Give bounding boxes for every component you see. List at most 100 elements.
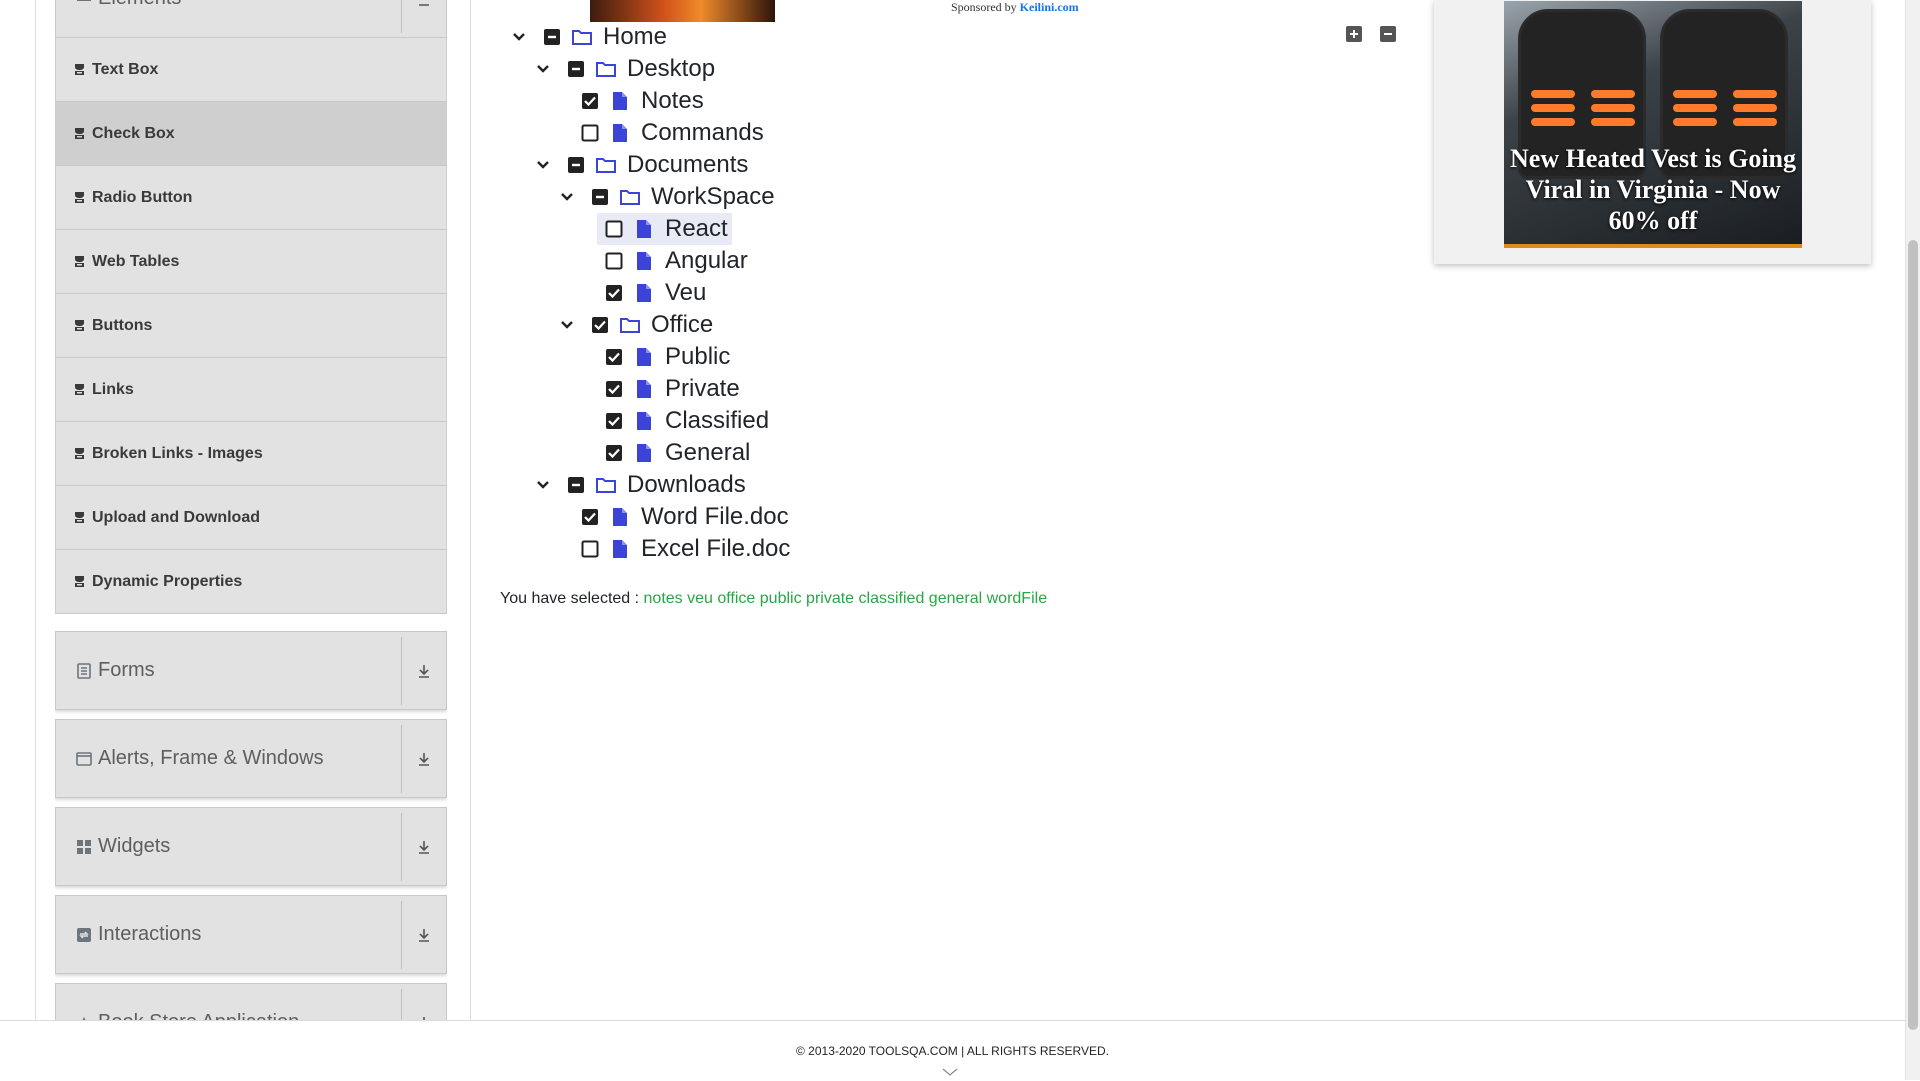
checkbox-checked[interactable] <box>581 92 599 110</box>
tree-node-label[interactable]: Private <box>665 375 740 403</box>
menu-item-dynamic-properties[interactable]: Dynamic Properties <box>55 550 447 614</box>
group-header-elements[interactable]: Elements <box>55 0 447 38</box>
group-header-alerts[interactable]: Alerts, Frame & Windows <box>55 719 447 798</box>
download-arrow-icon[interactable] <box>402 807 446 886</box>
checkbox-checked[interactable] <box>605 380 623 398</box>
file-icon <box>633 282 655 304</box>
checkbox-partial[interactable] <box>591 188 609 206</box>
tree-node-commands: Commands <box>581 117 764 149</box>
checkbox-checked[interactable] <box>605 444 623 462</box>
checkbox-checked[interactable] <box>605 284 623 302</box>
checkbox-unchecked[interactable] <box>581 124 599 142</box>
folder-icon <box>595 474 617 496</box>
vertical-scrollbar[interactable] <box>1905 0 1920 1080</box>
download-arrow-icon[interactable] <box>402 719 446 798</box>
tree-node-label[interactable]: General <box>665 439 750 467</box>
menu-item-label: Links <box>92 380 134 398</box>
ad-headline: New Heated Vest is Going Viral in Virgin… <box>1510 144 1796 235</box>
group-header-book-store[interactable]: Book Store Application <box>55 983 447 1020</box>
sponsor-link[interactable]: Keilini.com <box>1020 0 1079 14</box>
file-icon <box>633 378 655 400</box>
tree-node-label[interactable]: Veu <box>665 279 706 307</box>
tree-node-label[interactable]: Classified <box>665 407 769 435</box>
checkbox-partial[interactable] <box>567 60 585 78</box>
chevron-down-icon[interactable] <box>533 59 553 79</box>
checkbox-unchecked[interactable] <box>605 220 623 238</box>
tree-node-label[interactable]: Public <box>665 343 730 371</box>
tree-node-label[interactable]: Excel File.doc <box>641 535 790 563</box>
checkbox-checked[interactable] <box>605 348 623 366</box>
tree-node-label[interactable]: WorkSpace <box>651 183 775 211</box>
chevron-down-icon[interactable] <box>942 1063 958 1081</box>
selected-item: veu <box>687 590 713 607</box>
group-header-widgets[interactable]: Widgets <box>55 807 447 886</box>
checkbox-unchecked[interactable] <box>605 252 623 270</box>
folder-icon <box>619 186 641 208</box>
group-header-interactions[interactable]: Interactions <box>55 895 447 974</box>
menu-item-web-tables[interactable]: Web Tables <box>55 230 447 294</box>
menu-item-icon <box>72 383 86 397</box>
sponsored-line: Sponsored by Keilini.com <box>951 0 1079 15</box>
checkbox-unchecked[interactable] <box>581 540 599 558</box>
menu-item-links[interactable]: Links <box>55 358 447 422</box>
file-icon <box>633 410 655 432</box>
heated-vest-ad[interactable]: New Heated Vest is Going Viral in Virgin… <box>1504 1 1802 248</box>
tree-node-label[interactable]: Office <box>651 311 713 339</box>
tree-node-excel-file: Excel File.doc <box>581 533 790 565</box>
interactions-icon <box>72 923 96 947</box>
download-arrow-icon[interactable] <box>402 895 446 974</box>
menu-item-check-box[interactable]: Check Box <box>55 102 447 166</box>
folder-icon <box>595 58 617 80</box>
download-arrow-icon[interactable] <box>402 983 446 1020</box>
chevron-down-icon[interactable] <box>533 475 553 495</box>
file-icon <box>633 442 655 464</box>
chevron-down-icon[interactable] <box>533 155 553 175</box>
menu-item-label: Broken Links - Images <box>92 444 263 462</box>
tree-node-label[interactable]: Word File.doc <box>641 503 789 531</box>
checkbox-partial[interactable] <box>567 476 585 494</box>
menu-item-icon <box>72 63 86 77</box>
menu-item-radio-button[interactable]: Radio Button <box>55 166 447 230</box>
tree-node-label[interactable]: Documents <box>627 151 748 179</box>
selected-item: office <box>717 590 756 607</box>
menu-item-text-box[interactable]: Text Box <box>55 38 447 102</box>
expand-all-button[interactable] <box>1345 25 1363 43</box>
menu-item-broken-links[interactable]: Broken Links - Images <box>55 422 447 486</box>
menu-item-icon <box>72 575 86 589</box>
checkbox-partial[interactable] <box>543 28 561 46</box>
group-header-forms[interactable]: Forms <box>55 631 447 710</box>
checkbox-checked[interactable] <box>591 316 609 334</box>
tree-node-private: Private <box>605 373 740 405</box>
menu-item-label: Text Box <box>92 60 159 78</box>
menu-item-buttons[interactable]: Buttons <box>55 294 447 358</box>
tree-node-public: Public <box>605 341 730 373</box>
tree-node-label[interactable]: Notes <box>641 87 704 115</box>
chevron-down-icon[interactable] <box>557 187 577 207</box>
tree-node-label[interactable]: Desktop <box>627 55 715 83</box>
scrollbar-thumb[interactable] <box>1908 240 1918 1030</box>
checkbox-checked[interactable] <box>581 508 599 526</box>
checkbox-checked[interactable] <box>605 412 623 430</box>
group-title-interactions: Interactions <box>98 923 202 945</box>
download-arrow-icon[interactable] <box>402 631 446 710</box>
chevron-down-icon[interactable] <box>557 315 577 335</box>
tree-node-label[interactable]: Downloads <box>627 471 746 499</box>
checkbox-partial[interactable] <box>567 156 585 174</box>
tree-node-label[interactable]: Commands <box>641 119 764 147</box>
group-toggle-elements[interactable] <box>402 0 446 38</box>
right-ad-panel: New Heated Vest is Going Viral in Virgin… <box>1434 0 1871 264</box>
collapse-all-button[interactable] <box>1379 25 1397 43</box>
menu-item-upload-download[interactable]: Upload and Download <box>55 486 447 550</box>
tree-node-office: Office <box>557 309 713 341</box>
menu-item-label: Upload and Download <box>92 508 260 526</box>
form-icon <box>72 659 96 683</box>
tree-node-label[interactable]: Angular <box>665 247 748 275</box>
top-banner-ad[interactable] <box>590 0 775 22</box>
tree-node-word-file: Word File.doc <box>581 501 789 533</box>
selected-item: public <box>759 590 802 607</box>
chevron-down-icon[interactable] <box>509 27 529 47</box>
tree-node-label[interactable]: Home <box>603 23 667 51</box>
tree-node-notes: Notes <box>581 85 704 117</box>
tree-node-downloads: Downloads <box>533 469 746 501</box>
tree-node-label[interactable]: React <box>665 215 728 243</box>
